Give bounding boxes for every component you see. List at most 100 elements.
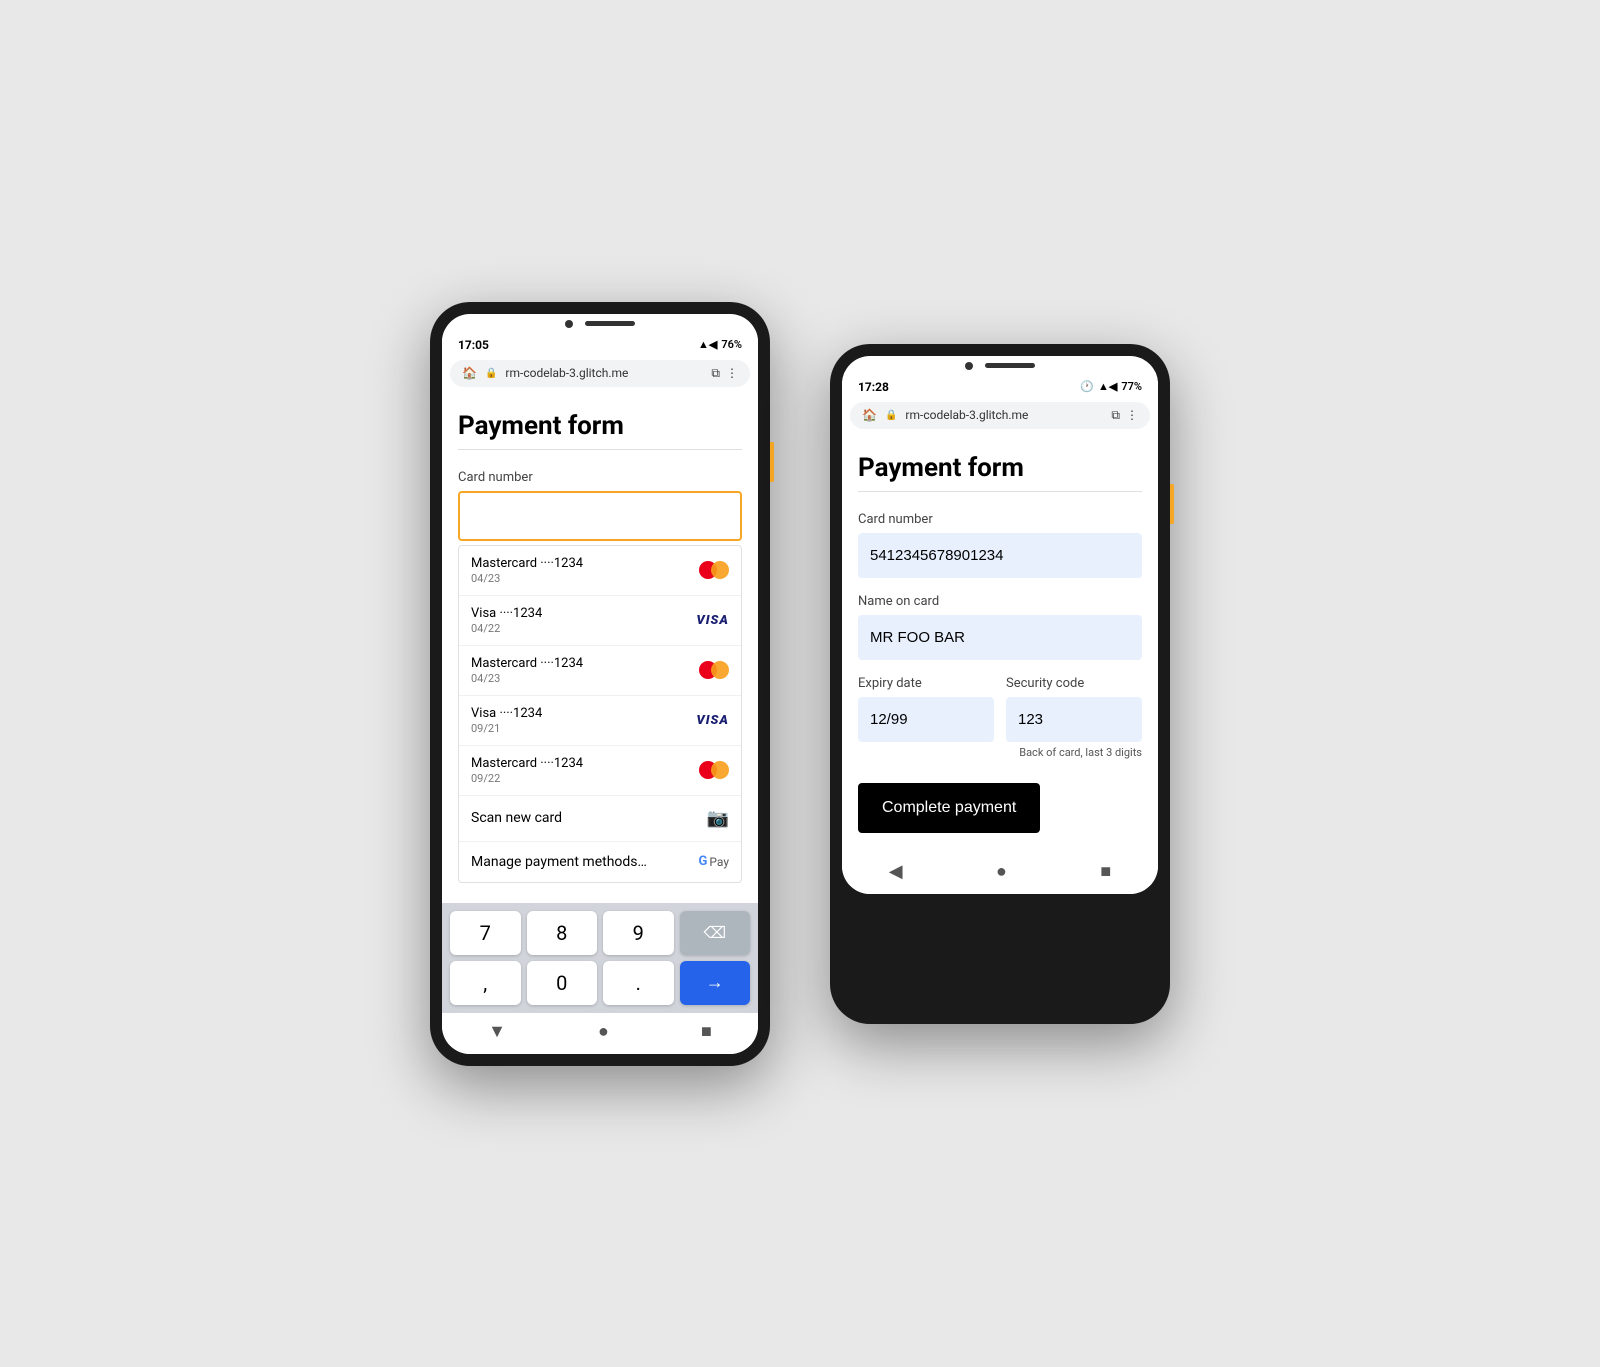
autocomplete-dropdown: Mastercard ····1234 04/23 Visa ····1234 … (458, 545, 742, 883)
card-item-text-3: Visa ····1234 09/21 (471, 706, 542, 735)
card-expiry-2: 04/23 (471, 672, 583, 685)
card-number-label-right: Card number (858, 512, 1142, 527)
left-phone: 17:05 ▲◀ 76% 🏠 🔒 rm-codelab-3.glitch.me … (430, 302, 770, 1066)
mc-icon-0 (699, 561, 729, 579)
status-bar-right: 17:28 🕐 ▲◀ 77% (842, 372, 1158, 398)
card-brand-1: Visa ····1234 (471, 606, 542, 621)
card-expiry-1: 04/22 (471, 622, 542, 635)
card-expiry-3: 09/21 (471, 722, 542, 735)
key-8[interactable]: 8 (527, 911, 598, 955)
key-comma[interactable]: , (450, 961, 521, 1005)
camera-right (965, 362, 973, 370)
nav-home-left[interactable]: ● (598, 1021, 609, 1042)
phone-notch-right (842, 356, 1158, 372)
speaker-left (585, 321, 635, 326)
key-dot[interactable]: . (603, 961, 674, 1005)
browser-icons-left: ⧉ ⋮ (711, 366, 738, 381)
camera-icon: 📷 (707, 808, 729, 829)
side-button-left (770, 442, 774, 482)
key-backspace[interactable]: ⌫ (680, 911, 751, 955)
browser-icons-right: ⧉ ⋮ (1111, 408, 1138, 423)
nav-home-right[interactable]: ● (996, 861, 1007, 882)
nav-back-left[interactable]: ▼ (488, 1021, 506, 1042)
key-7[interactable]: 7 (450, 911, 521, 955)
url-left[interactable]: rm-codelab-3.glitch.me (505, 366, 628, 380)
manage-payment-item[interactable]: Manage payment methods… G Pay (459, 842, 741, 882)
scan-new-card-item[interactable]: Scan new card 📷 (459, 796, 741, 842)
form-row-expiry-security: Expiry date Security code Back of card, … (858, 676, 1142, 759)
home-icon-left: 🏠 (462, 366, 477, 380)
status-icons-right: 🕐 ▲◀ 77% (1080, 380, 1142, 393)
signal-icon-right: ▲◀ (1098, 380, 1117, 393)
scan-label: Scan new card (471, 810, 562, 826)
expiry-input-right[interactable] (858, 697, 994, 742)
gpay-text: Pay (709, 855, 729, 869)
autocomplete-item-3[interactable]: Visa ····1234 09/21 VISA (459, 696, 741, 746)
tab-icon-left[interactable]: ⧉ (711, 366, 720, 381)
status-bar-left: 17:05 ▲◀ 76% (442, 330, 758, 356)
card-number-input-left[interactable] (458, 491, 742, 541)
keyboard-row-2: , 0 . → (450, 961, 750, 1005)
autocomplete-item-2[interactable]: Mastercard ····1234 04/23 (459, 646, 741, 696)
key-next-arrow[interactable]: → (680, 961, 751, 1005)
mc-orange-4 (711, 761, 729, 779)
time-left: 17:05 (458, 338, 489, 352)
lock-icon-right: 🔒 (885, 410, 897, 421)
menu-icon-right[interactable]: ⋮ (1126, 408, 1138, 423)
page-content-right: Payment form Card number Name on card Ex… (842, 433, 1158, 853)
security-input-right[interactable] (1006, 697, 1142, 742)
expiry-col: Expiry date (858, 676, 994, 759)
time-right: 17:28 (858, 380, 889, 394)
card-item-text-2: Mastercard ····1234 04/23 (471, 656, 583, 685)
complete-payment-button[interactable]: Complete payment (858, 783, 1040, 833)
page-title-right: Payment form (858, 453, 1142, 483)
battery-right: 77% (1121, 380, 1142, 393)
tab-icon-right[interactable]: ⧉ (1111, 408, 1120, 423)
gpay-icon: G Pay (699, 854, 730, 869)
mc-orange-2 (711, 661, 729, 679)
lock-icon-left: 🔒 (485, 368, 497, 379)
nav-square-right[interactable]: ■ (1100, 861, 1111, 882)
browser-bar-left[interactable]: 🏠 🔒 rm-codelab-3.glitch.me ⧉ ⋮ (450, 360, 750, 387)
card-brand-3: Visa ····1234 (471, 706, 542, 721)
nav-back-right[interactable]: ◀ (889, 861, 903, 882)
security-hint: Back of card, last 3 digits (1006, 746, 1142, 759)
battery-left: 76% (721, 338, 742, 351)
keyboard-row-1: 7 8 9 ⌫ (450, 911, 750, 955)
title-divider-left (458, 449, 742, 450)
phone-notch-left (442, 314, 758, 330)
clock-icon-right: 🕐 (1080, 380, 1094, 393)
status-icons-left: ▲◀ 76% (698, 338, 742, 351)
security-col: Security code Back of card, last 3 digit… (1006, 676, 1142, 759)
autocomplete-item-0[interactable]: Mastercard ····1234 04/23 (459, 546, 741, 596)
keyboard: 7 8 9 ⌫ , 0 . → (442, 903, 758, 1013)
mc-orange-0 (711, 561, 729, 579)
page-content-left: Payment form Card number Mastercard ····… (442, 391, 758, 903)
autocomplete-item-4[interactable]: Mastercard ····1234 09/22 (459, 746, 741, 796)
name-input-right[interactable] (858, 615, 1142, 660)
side-button-right (1170, 484, 1174, 524)
nav-bar-right: ◀ ● ■ (842, 853, 1158, 894)
nav-square-left[interactable]: ■ (701, 1021, 712, 1042)
card-item-text-0: Mastercard ····1234 04/23 (471, 556, 583, 585)
card-number-input-right[interactable] (858, 533, 1142, 578)
menu-icon-left[interactable]: ⋮ (726, 366, 738, 381)
mc-icon-2 (699, 661, 729, 679)
key-0[interactable]: 0 (527, 961, 598, 1005)
expiry-label-right: Expiry date (858, 676, 994, 691)
name-label-right: Name on card (858, 594, 1142, 609)
visa-icon-1: VISA (696, 613, 729, 628)
browser-bar-right[interactable]: 🏠 🔒 rm-codelab-3.glitch.me ⧉ ⋮ (850, 402, 1150, 429)
right-phone-inner: 17:28 🕐 ▲◀ 77% 🏠 🔒 rm-codelab-3.glitch.m… (842, 356, 1158, 894)
left-phone-inner: 17:05 ▲◀ 76% 🏠 🔒 rm-codelab-3.glitch.me … (442, 314, 758, 1054)
card-item-text-4: Mastercard ····1234 09/22 (471, 756, 583, 785)
mc-icon-4 (699, 761, 729, 779)
camera-left (565, 320, 573, 328)
url-right[interactable]: rm-codelab-3.glitch.me (905, 408, 1028, 422)
key-9[interactable]: 9 (603, 911, 674, 955)
autocomplete-item-1[interactable]: Visa ····1234 04/22 VISA (459, 596, 741, 646)
card-brand-2: Mastercard ····1234 (471, 656, 583, 671)
speaker-right (985, 363, 1035, 368)
visa-icon-3: VISA (696, 713, 729, 728)
card-item-text-1: Visa ····1234 04/22 (471, 606, 542, 635)
